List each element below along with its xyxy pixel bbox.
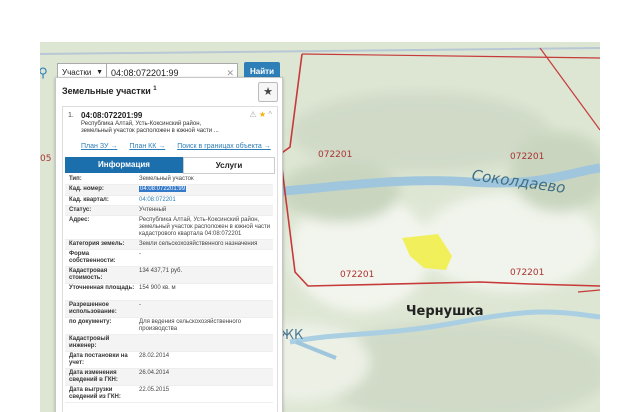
- parcel-label: 072201: [318, 150, 353, 160]
- star-icon[interactable]: ★: [259, 110, 266, 119]
- panel-title: Земельные участки 1: [62, 86, 157, 96]
- cad-quarter-link[interactable]: 04:08:072201: [139, 197, 271, 204]
- table-row: Кадастровая стоимость: 134 437,71 руб.: [65, 267, 273, 284]
- table-row: Дата постановки на учет: 28.02.2014: [65, 352, 273, 369]
- attributes-table: Тип: Земельный участок Кад. номер: 04:08…: [65, 175, 273, 403]
- panel-title-text: Земельные участки: [62, 86, 151, 96]
- map-edge-label: ЖК: [280, 328, 304, 343]
- table-row: Дата выгрузки сведений из ГКН: 22.05.201…: [65, 386, 273, 403]
- search-in-object-link[interactable]: Поиск в границах объекта →: [177, 143, 271, 150]
- warning-icon: ⚠: [249, 110, 257, 119]
- result-links: План ЗУ → План КК → Поиск в границах объ…: [81, 143, 281, 150]
- plan-zu-link[interactable]: План ЗУ →: [81, 143, 117, 150]
- table-row: Статус: Учтенный: [65, 206, 273, 216]
- table-row: по документу: Для ведения сельскохозяйст…: [65, 318, 273, 335]
- star-icon: ★: [263, 86, 273, 98]
- table-row: Уточненная площадь: 154 900 кв. м: [65, 284, 273, 301]
- result-address: Республика Алтай, Усть-Коксинский район,…: [81, 121, 219, 134]
- table-row: Категория земель: Земли сельскохозяйстве…: [65, 240, 273, 250]
- plan-kk-link[interactable]: План КК →: [129, 143, 165, 150]
- result-actions: ⚠ ★ ^: [249, 110, 272, 119]
- table-row: Кад. квартал: 04:08:072201: [65, 196, 273, 206]
- table-row: Кадастровый инженер:: [65, 335, 273, 352]
- tab-info[interactable]: Информация: [65, 157, 183, 173]
- parcel-label: 072201: [340, 270, 375, 280]
- result-cad-number[interactable]: 04:08:072201:99: [81, 111, 142, 120]
- category-select-value: Участки: [62, 68, 92, 77]
- parcel-label: 072201: [510, 152, 545, 162]
- parcel-label: 072201: [510, 268, 545, 278]
- result-index: 1.: [68, 112, 74, 119]
- tab-services[interactable]: Услуги: [183, 157, 275, 174]
- result-count: 1: [153, 86, 157, 92]
- table-row: Разрешенное использование: -: [65, 301, 273, 318]
- map-window: 05 072201 072201 072201 072201 Соколдаев…: [40, 42, 600, 412]
- table-row: Тип: Земельный участок: [65, 175, 273, 185]
- results-panel: Земельные участки 1 ★ 1. 04:08:072201:99…: [55, 77, 283, 412]
- result-card: 1. 04:08:072201:99 ⚠ ★ ^ Республика Алта…: [62, 106, 278, 412]
- table-row: Форма собственности: -: [65, 250, 273, 267]
- village-label: Чернушка: [406, 304, 484, 319]
- table-row: Кад. номер: 04:08:072201:99: [65, 185, 273, 196]
- search-icon[interactable]: ⚲: [40, 62, 52, 84]
- cad-number-value[interactable]: 04:08:072201:99: [139, 186, 187, 192]
- favorites-button[interactable]: ★: [258, 82, 278, 102]
- result-tabs: Информация Услуги: [65, 157, 275, 174]
- chevron-up-icon[interactable]: ^: [268, 110, 272, 119]
- map-edge-label: 05: [40, 154, 52, 164]
- table-row: Дата изменения сведений в ГКН: 26.04.201…: [65, 369, 273, 386]
- table-row: Адрес: Республика Алтай, Усть-Коксинский…: [65, 216, 273, 240]
